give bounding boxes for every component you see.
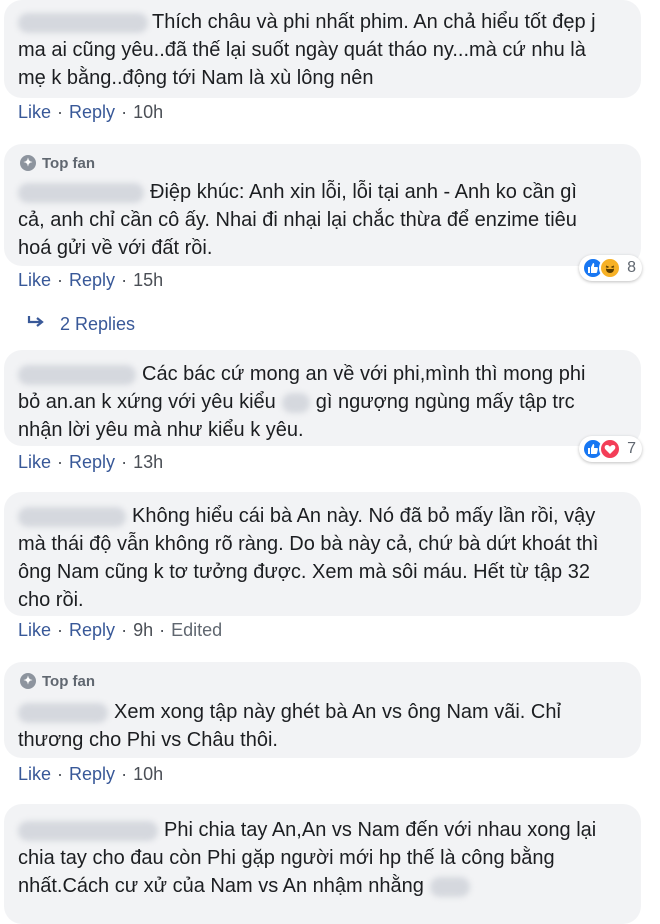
view-replies-link[interactable]: 2 Replies	[26, 314, 135, 335]
comment-actions: Like · Reply · 9h · Edited	[18, 620, 223, 641]
blurred-username[interactable]	[18, 820, 158, 841]
top-fan-icon: ✦	[20, 155, 36, 171]
comment-text: Thích châu và phi nhất phim. An chả hiểu…	[18, 11, 596, 89]
reply-button[interactable]: Reply	[69, 102, 115, 123]
haha-reaction-icon	[599, 257, 622, 279]
comment-bubble: Các bác cứ mong an về với phi,mình thì m…	[4, 350, 641, 446]
timestamp[interactable]: 13h	[133, 452, 163, 473]
comment-actions: Like · Reply · 15h	[18, 270, 164, 291]
reply-button[interactable]: Reply	[69, 620, 115, 641]
reply-arrow-icon	[26, 314, 46, 335]
comment-bubble: ✦ Top fan Điệp khúc: Anh xin lỗi, lỗi tạ…	[4, 144, 641, 266]
top-fan-badge: ✦ Top fan	[20, 670, 95, 692]
top-fan-badge: ✦ Top fan	[20, 152, 95, 174]
comment-text: Xem xong tập này ghét bà An vs ông Nam v…	[18, 701, 561, 751]
timestamp[interactable]: 10h	[133, 764, 163, 785]
comment-bubble: Phi chia tay An,An vs Nam đến với nhau x…	[4, 804, 641, 924]
reply-button[interactable]: Reply	[69, 270, 115, 291]
comment-bubble: Không hiểu cái bà An này. Nó đã bỏ mấy l…	[4, 492, 641, 616]
reply-button[interactable]: Reply	[69, 764, 115, 785]
reaction-count: 8	[627, 259, 636, 276]
reaction-summary[interactable]: 7	[579, 436, 642, 462]
comment-actions: Like · Reply · 10h	[18, 102, 164, 123]
comment-bubble: ✦ Top fan Xem xong tập này ghét bà An vs…	[4, 662, 641, 758]
comment-text: Phi chia tay An,An vs Nam đến với nhau x…	[18, 819, 597, 897]
blurred-username[interactable]	[18, 506, 126, 527]
timestamp[interactable]: 10h	[133, 102, 163, 123]
blurred-username[interactable]	[18, 702, 108, 723]
blurred-word	[429, 876, 470, 897]
reaction-count: 7	[627, 440, 636, 457]
blurred-username[interactable]	[18, 364, 136, 385]
comment-bubble: Thích châu và phi nhất phim. An chả hiểu…	[4, 0, 641, 98]
like-button[interactable]: Like	[18, 270, 51, 291]
comment-actions: Like · Reply · 13h	[18, 452, 164, 473]
timestamp[interactable]: 9h	[133, 620, 153, 641]
comment-actions: Like · Reply · 10h	[18, 764, 164, 785]
reply-button[interactable]: Reply	[69, 452, 115, 473]
blurred-username[interactable]	[18, 12, 148, 33]
comment-text: Điệp khúc: Anh xin lỗi, lỗi tại anh - An…	[18, 181, 577, 259]
edited-label[interactable]: Edited	[171, 620, 222, 641]
replies-label[interactable]: 2 Replies	[60, 314, 135, 335]
love-reaction-icon	[599, 438, 622, 460]
comment-text: Các bác cứ mong an về với phi,mình thì m…	[18, 363, 586, 441]
blurred-username[interactable]	[18, 182, 144, 203]
top-fan-icon: ✦	[20, 673, 36, 689]
blurred-word	[281, 392, 310, 413]
reaction-summary[interactable]: 8	[579, 255, 642, 281]
timestamp[interactable]: 15h	[133, 270, 163, 291]
like-button[interactable]: Like	[18, 620, 51, 641]
comment-text: Không hiểu cái bà An này. Nó đã bỏ mấy l…	[18, 505, 599, 611]
like-button[interactable]: Like	[18, 102, 51, 123]
like-button[interactable]: Like	[18, 452, 51, 473]
like-button[interactable]: Like	[18, 764, 51, 785]
